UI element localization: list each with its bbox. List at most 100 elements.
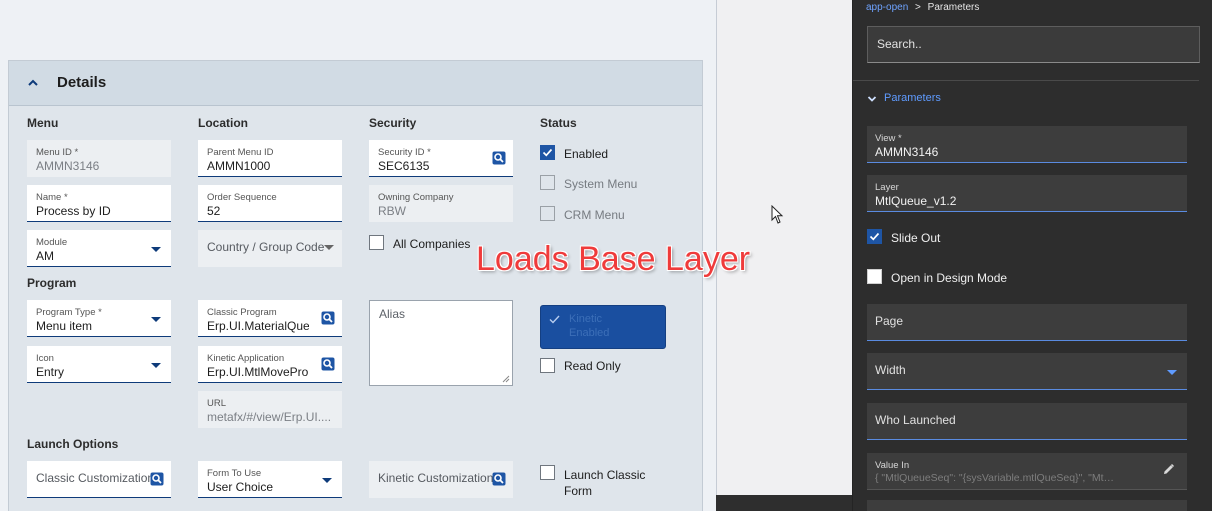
section-location: Location [198, 116, 248, 130]
next-field-partial [867, 500, 1187, 511]
order-sequence-field[interactable]: Order Sequence 52 [198, 185, 342, 222]
width-placeholder: Width [875, 363, 906, 377]
section-status: Status [540, 116, 577, 130]
search-icon[interactable] [492, 472, 506, 486]
crm-menu-checkbox[interactable] [540, 206, 555, 221]
panel-divider [853, 80, 1199, 81]
menu-id-value: AMMN3146 [36, 159, 100, 173]
security-id-value: SEC6135 [378, 159, 430, 173]
page-field[interactable]: Page [867, 304, 1187, 341]
layer-value: MtlQueue_v1.2 [875, 194, 957, 208]
launch-classic-form-checkbox[interactable] [540, 465, 555, 480]
view-value: AMMN3146 [875, 145, 939, 159]
value-in-field[interactable]: Value In { "MtlQueueSeq": "{sysVariable.… [867, 453, 1187, 490]
dropdown-caret-icon[interactable] [151, 363, 161, 368]
search-placeholder: Search.. [877, 37, 922, 51]
kinetic-enabled-toggle[interactable]: Kinetic Enabled [540, 305, 666, 349]
menu-id-label: Menu ID * [36, 147, 79, 158]
owning-company-field[interactable]: Owning Company RBW [369, 185, 513, 222]
module-dropdown[interactable]: Module AM [27, 230, 171, 267]
search-icon[interactable] [150, 472, 164, 486]
icon-label: Icon [36, 353, 54, 364]
classic-program-field[interactable]: Classic Program Erp.UI.MaterialQue [198, 300, 342, 337]
search-icon[interactable] [321, 311, 335, 325]
dropdown-caret-icon[interactable] [151, 317, 161, 322]
menu-id-field[interactable]: Menu ID * AMMN3146 [27, 140, 171, 177]
details-header[interactable]: Details [9, 61, 702, 106]
resize-handle-icon[interactable] [502, 375, 510, 383]
alias-textarea[interactable]: Alias [369, 300, 513, 386]
dropdown-caret-icon[interactable] [322, 478, 332, 483]
security-id-field[interactable]: Security ID * SEC6135 [369, 140, 513, 177]
name-value: Process by ID [36, 204, 111, 218]
slide-out-checkbox[interactable] [867, 229, 882, 244]
search-icon[interactable] [321, 357, 335, 371]
country-group-code-dropdown[interactable]: Country / Group Code [198, 230, 342, 267]
dropdown-caret-icon[interactable] [151, 247, 161, 252]
properties-panel: app-open > Parameters Search.. Parameter… [852, 0, 1212, 511]
canvas-bottom-strip [716, 495, 852, 511]
kinetic-application-label: Kinetic Application [207, 353, 285, 364]
module-value: AM [36, 249, 54, 263]
classic-customization-placeholder: Classic Customization [36, 471, 151, 485]
mouse-cursor-icon [771, 205, 784, 224]
classic-program-value: Erp.UI.MaterialQue [207, 319, 309, 333]
crm-menu-label: CRM Menu [564, 208, 625, 222]
enabled-checkbox[interactable] [540, 145, 555, 160]
alias-placeholder: Alias [379, 307, 406, 321]
breadcrumb-separator: > [915, 2, 921, 13]
check-icon [869, 232, 880, 241]
check-icon [549, 315, 560, 324]
slide-out-label: Slide Out [891, 231, 941, 245]
check-icon [542, 148, 553, 157]
pencil-icon[interactable] [1162, 463, 1175, 476]
order-sequence-label: Order Sequence [207, 192, 277, 203]
program-type-dropdown[interactable]: Program Type * Menu item [27, 300, 171, 337]
dropdown-caret-icon[interactable] [1167, 370, 1177, 375]
chevron-up-icon[interactable] [27, 77, 39, 89]
chevron-down-icon[interactable] [867, 94, 877, 104]
all-companies-checkbox[interactable] [369, 235, 384, 250]
properties-search-input[interactable]: Search.. [867, 26, 1200, 63]
who-launched-placeholder: Who Launched [875, 413, 956, 427]
overlay-annotation: Loads Base Layer [476, 240, 751, 278]
width-dropdown[interactable]: Width [867, 353, 1187, 390]
breadcrumb-parent-link[interactable]: app-open [866, 2, 908, 13]
layer-field[interactable]: Layer MtlQueue_v1.2 [867, 175, 1187, 212]
name-field[interactable]: Name * Process by ID [27, 185, 171, 222]
form-to-use-label: Form To Use [207, 468, 262, 479]
value-in-label: Value In [875, 460, 910, 471]
breadcrumb-current: Parameters [927, 2, 980, 13]
view-label: View * [875, 133, 902, 144]
dropdown-caret-icon[interactable] [324, 245, 334, 250]
url-value: metafx/#/view/Erp.UI.... [207, 410, 332, 424]
icon-dropdown[interactable]: Icon Entry [27, 346, 171, 383]
parent-menu-id-field[interactable]: Parent Menu ID AMMN1000 [198, 140, 342, 177]
country-group-code-placeholder: Country / Group Code [207, 240, 325, 254]
section-menu: Menu [27, 116, 59, 130]
read-only-checkbox[interactable] [540, 358, 555, 373]
classic-customization-field[interactable]: Classic Customization [27, 461, 171, 498]
form-to-use-value: User Choice [207, 480, 274, 494]
form-to-use-dropdown[interactable]: Form To Use User Choice [198, 461, 342, 498]
kinetic-customization-field[interactable]: Kinetic Customization [369, 461, 513, 498]
enabled-label: Enabled [564, 147, 609, 161]
search-icon[interactable] [492, 151, 506, 165]
owning-company-value: RBW [378, 204, 406, 218]
system-menu-checkbox[interactable] [540, 175, 555, 190]
kinetic-customization-placeholder: Kinetic Customization [378, 471, 493, 485]
layer-label: Layer [875, 182, 899, 193]
who-launched-field[interactable]: Who Launched [867, 403, 1187, 440]
owning-company-label: Owning Company [378, 192, 454, 203]
url-field[interactable]: URL metafx/#/view/Erp.UI.... [198, 391, 342, 428]
parent-menu-id-label: Parent Menu ID [207, 147, 274, 158]
order-sequence-value: 52 [207, 204, 221, 218]
open-in-design-mode-checkbox[interactable] [867, 269, 882, 284]
system-menu-label: System Menu [564, 177, 638, 191]
read-only-label: Read Only [564, 359, 621, 373]
view-field[interactable]: View * AMMN3146 [867, 126, 1187, 163]
kinetic-application-field[interactable]: Kinetic Application Erp.UI.MtlMovePro [198, 346, 342, 383]
section-program: Program [27, 276, 77, 290]
all-companies-label: All Companies [393, 237, 471, 251]
parent-menu-id-value: AMMN1000 [207, 159, 271, 173]
